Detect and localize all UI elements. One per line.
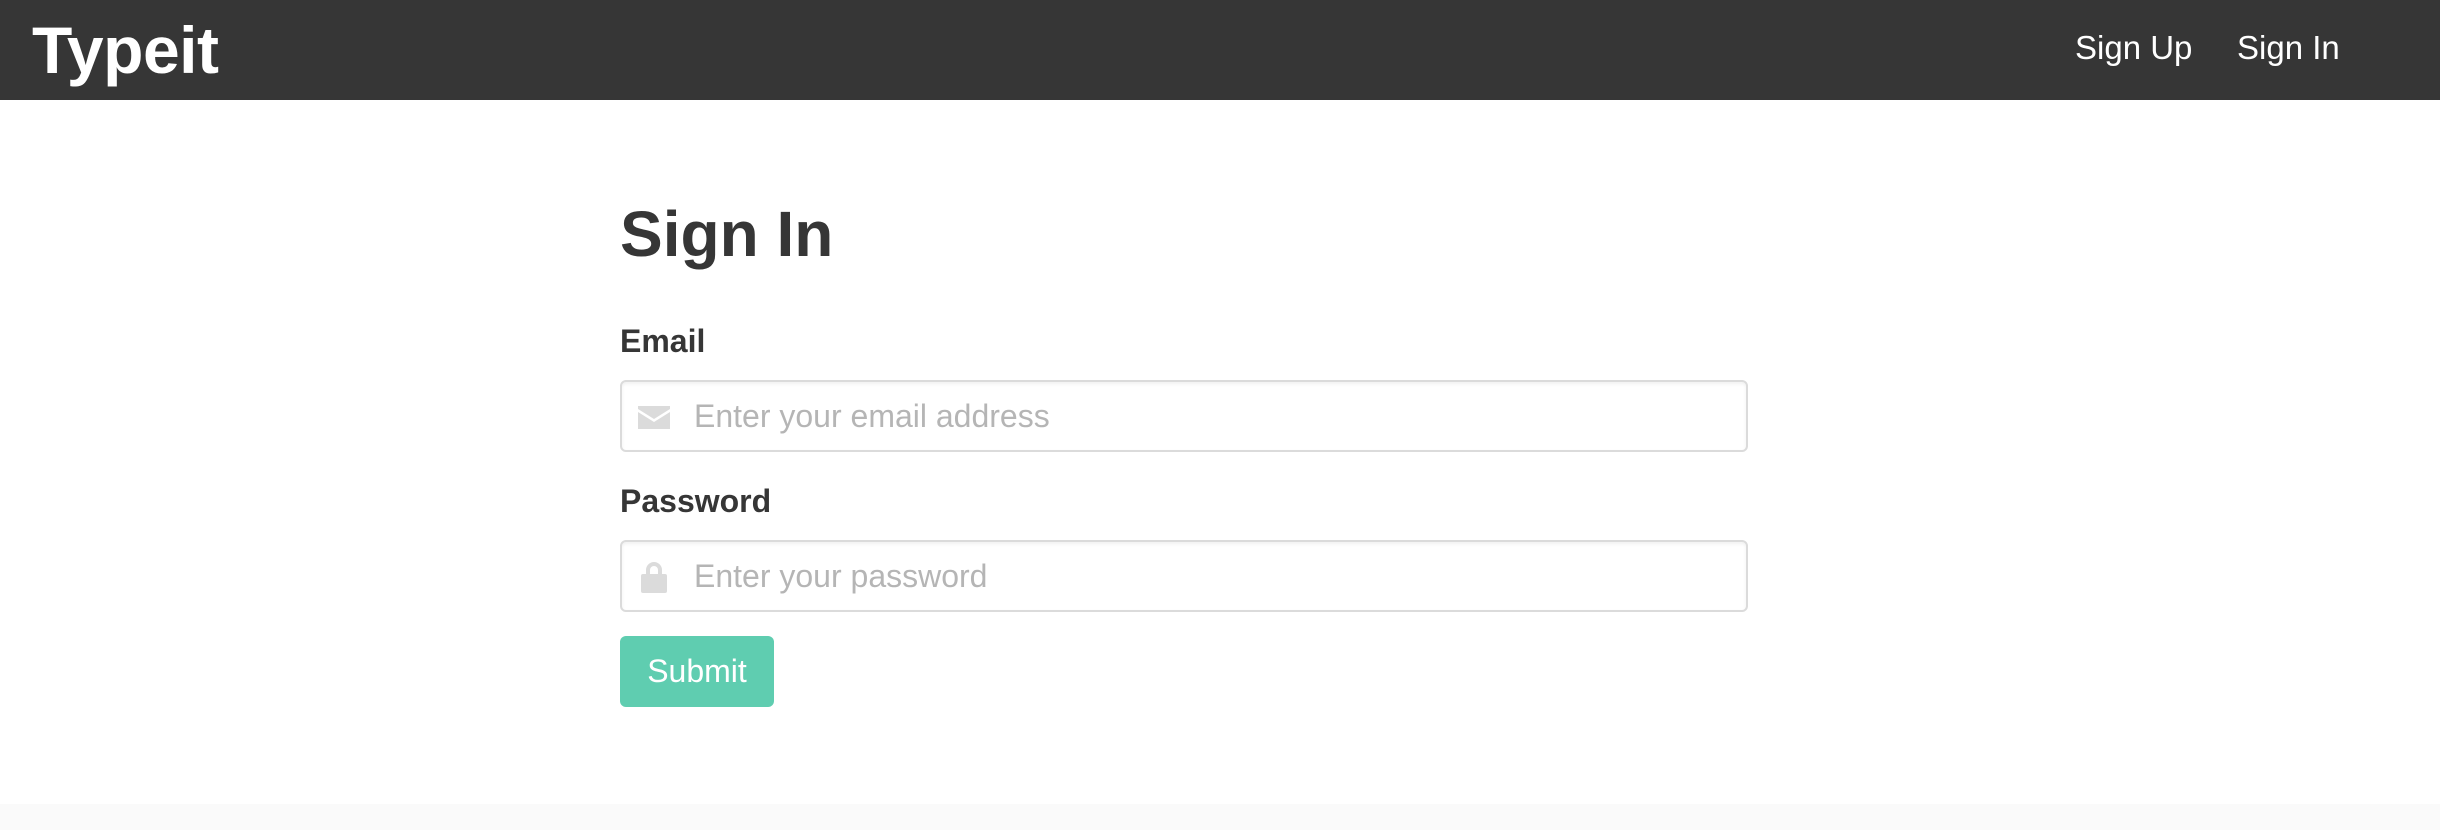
nav-sign-up-link[interactable]: Sign Up (2075, 28, 2192, 68)
email-label: Email (620, 323, 706, 359)
password-input[interactable] (694, 542, 1734, 610)
page-footer (0, 804, 2440, 830)
password-label: Password (620, 483, 772, 519)
submit-button[interactable]: Submit (620, 636, 774, 707)
lock-icon (636, 559, 672, 595)
top-navbar: Typeit Sign Up Sign In (0, 0, 2440, 100)
nav-sign-in-link[interactable]: Sign In (2237, 28, 2340, 68)
email-field[interactable] (620, 380, 1748, 452)
email-input[interactable] (694, 382, 1734, 450)
password-field[interactable] (620, 540, 1748, 612)
page-title: Sign In (620, 198, 834, 270)
envelope-icon (636, 399, 672, 435)
brand-logo[interactable]: Typeit (32, 14, 219, 86)
